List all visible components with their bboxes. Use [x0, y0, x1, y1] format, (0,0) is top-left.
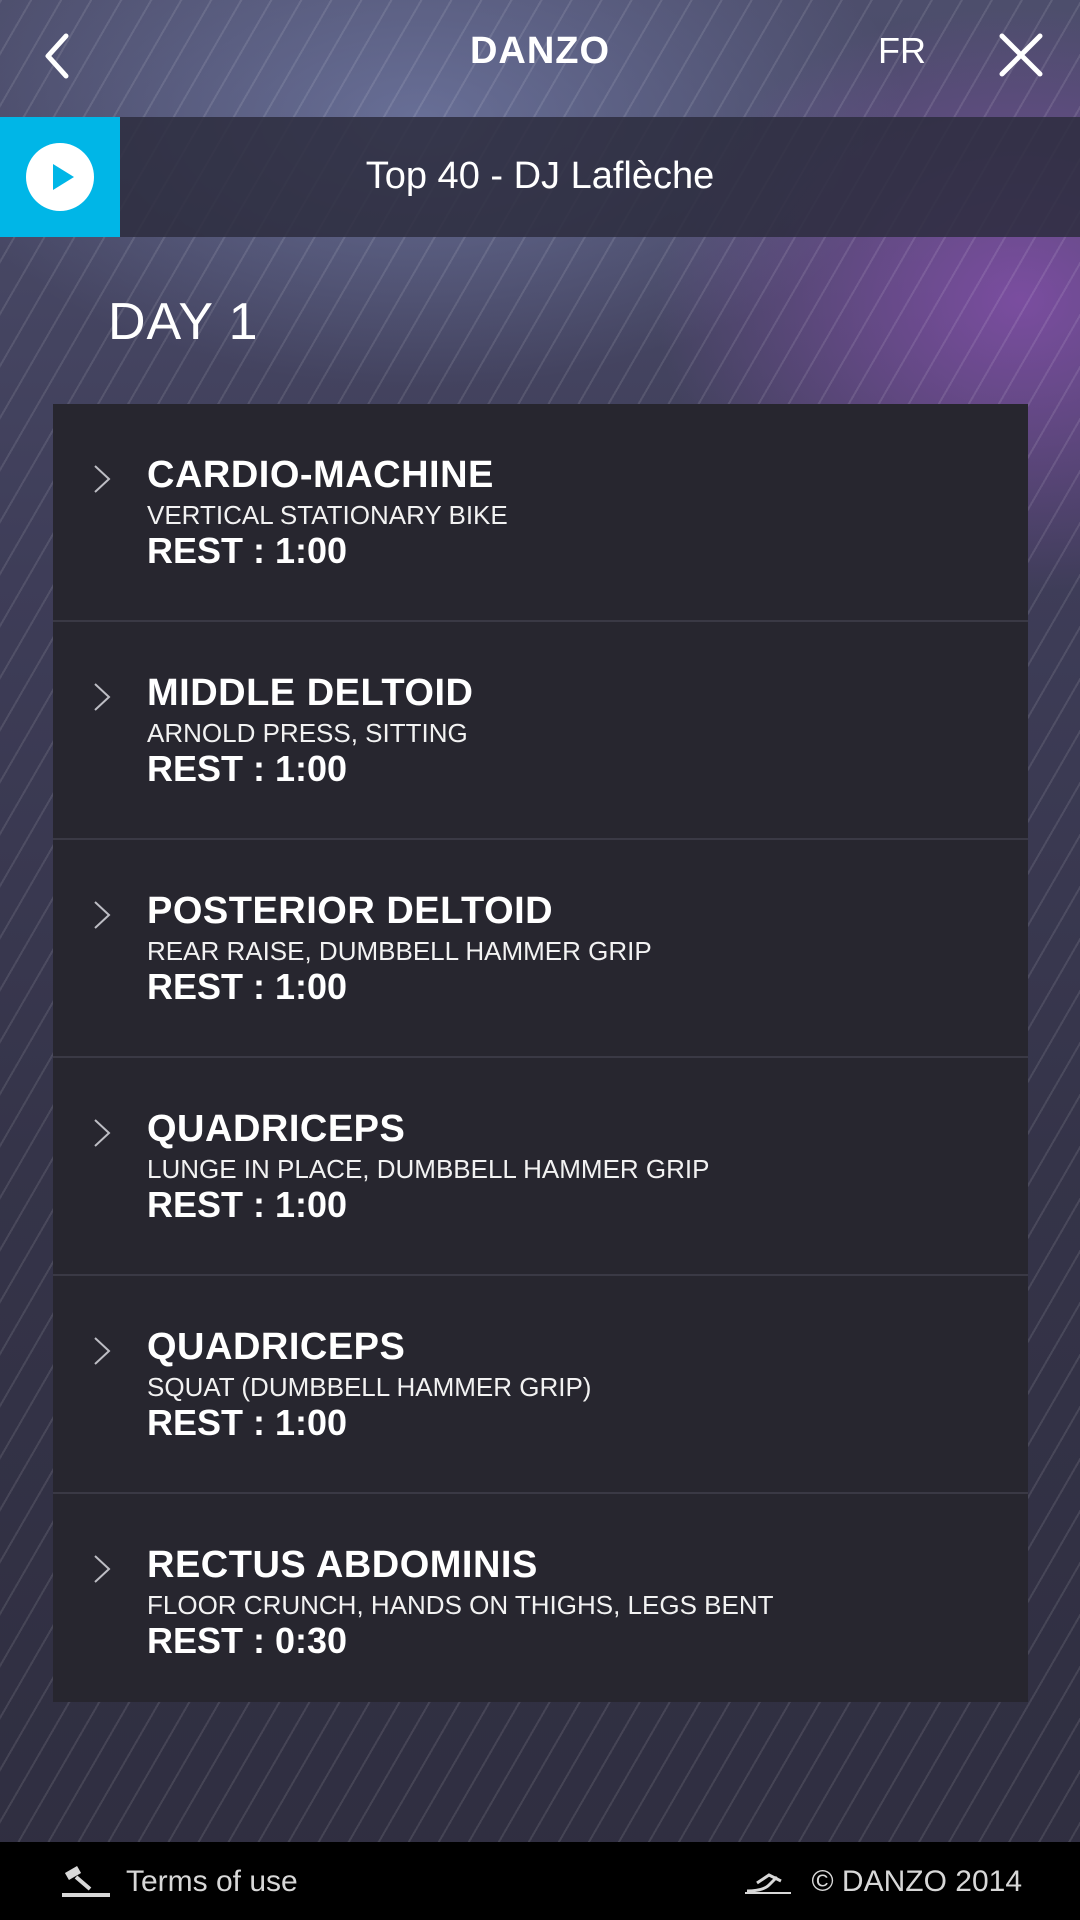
- exercise-name: REAR RAISE, DUMBBELL HAMMER GRIP: [147, 936, 652, 966]
- day-title: DAY 1: [108, 293, 259, 351]
- copyright-text: © DANZO 2014: [811, 1865, 1022, 1898]
- exercise-muscle: QUADRICEPS: [147, 1326, 406, 1368]
- exercise-item[interactable]: POSTERIOR DELTOID REAR RAISE, DUMBBELL H…: [53, 840, 1028, 1058]
- close-button[interactable]: [996, 30, 1046, 80]
- terms-of-use-link[interactable]: Terms of use: [60, 1862, 298, 1902]
- exercise-rest: REST : 1:00: [147, 1402, 348, 1443]
- top-bar: DANZO FR: [0, 0, 1080, 116]
- language-toggle[interactable]: FR: [878, 30, 926, 72]
- copyright: © DANZO 2014: [743, 1862, 1022, 1902]
- exercise-item[interactable]: RECTUS ABDOMINIS FLOOR CRUNCH, HANDS ON …: [53, 1494, 1028, 1712]
- chevron-right-icon: [94, 901, 111, 929]
- exercise-muscle: RECTUS ABDOMINIS: [147, 1544, 538, 1586]
- exercise-name: LUNGE IN PLACE, DUMBBELL HAMMER GRIP: [147, 1154, 710, 1184]
- exercise-list: CARDIO-MACHINE VERTICAL STATIONARY BIKE …: [53, 404, 1028, 1702]
- exercise-muscle: POSTERIOR DELTOID: [147, 890, 554, 932]
- exercise-rest: REST : 1:00: [147, 966, 348, 1007]
- exercise-item[interactable]: QUADRICEPS LUNGE IN PLACE, DUMBBELL HAMM…: [53, 1058, 1028, 1276]
- chevron-right-icon: [94, 1119, 111, 1147]
- exercise-rest: REST : 1:00: [147, 1184, 348, 1225]
- chevron-right-icon: [94, 1555, 111, 1583]
- chevron-right-icon: [94, 1337, 111, 1365]
- close-icon: [999, 33, 1043, 77]
- play-icon: [26, 143, 94, 211]
- gavel-icon: [62, 1866, 110, 1897]
- exercise-rest: REST : 0:30: [147, 1620, 348, 1661]
- exercise-item[interactable]: QUADRICEPS SQUAT (DUMBBELL HAMMER GRIP) …: [53, 1276, 1028, 1494]
- terms-of-use-label: Terms of use: [126, 1865, 298, 1898]
- track-title: Top 40 - DJ Laflèche: [365, 155, 715, 197]
- exercise-item[interactable]: CARDIO-MACHINE VERTICAL STATIONARY BIKE …: [53, 404, 1028, 622]
- exercise-name: VERTICAL STATIONARY BIKE: [147, 500, 508, 530]
- play-button[interactable]: [0, 117, 120, 237]
- chevron-right-icon: [94, 465, 111, 493]
- exercise-rest: REST : 1:00: [147, 530, 348, 571]
- exercise-name: SQUAT (DUMBBELL HAMMER GRIP): [147, 1372, 592, 1402]
- exercise-name: ARNOLD PRESS, SITTING: [147, 718, 468, 748]
- exercise-rest: REST : 1:00: [147, 748, 348, 789]
- exercise-muscle: CARDIO-MACHINE: [147, 454, 494, 496]
- footer: Terms of use © DANZO 2014: [0, 1842, 1080, 1920]
- exercise-item[interactable]: MIDDLE DELTOID ARNOLD PRESS, SITTING RES…: [53, 622, 1028, 840]
- chevron-right-icon: [94, 683, 111, 711]
- exercise-muscle: MIDDLE DELTOID: [147, 672, 474, 714]
- exercise-muscle: QUADRICEPS: [147, 1108, 406, 1150]
- exercise-name: FLOOR CRUNCH, HANDS ON THIGHS, LEGS BENT: [147, 1590, 774, 1620]
- music-player-bar: Top 40 - DJ Laflèche: [0, 117, 1080, 237]
- runner-logo-icon: [745, 1873, 792, 1894]
